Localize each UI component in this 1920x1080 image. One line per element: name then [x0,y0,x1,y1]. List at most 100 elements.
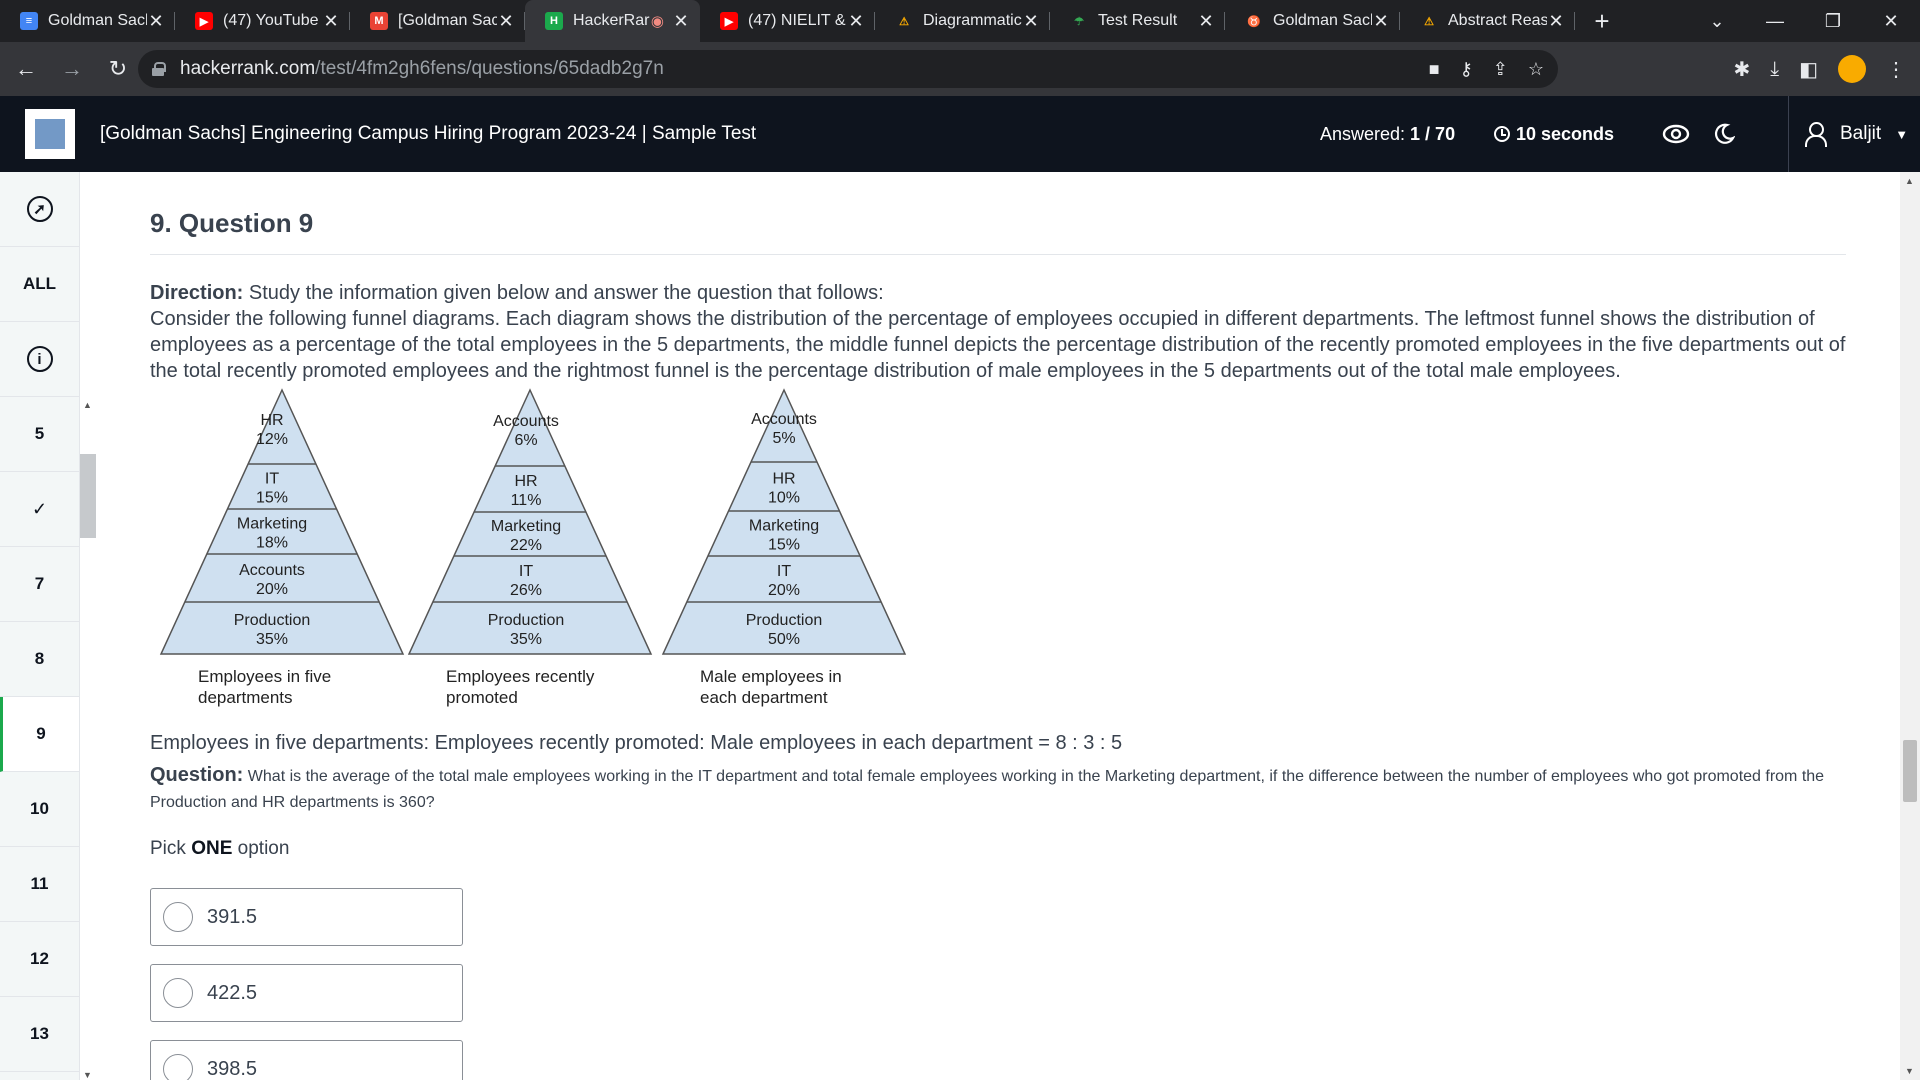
funnel-caption: Employees recently [446,667,595,686]
close-tab-icon[interactable]: ✕ [1022,11,1040,32]
question-direction: Direction: Study the information given b… [150,280,1900,384]
dark-mode-moon-icon[interactable] [1713,96,1735,172]
rail-item-question-5[interactable]: 5 [0,397,79,472]
address-bar: ← → ↻ hackerrank.com/test/4fm2gh6fens/qu… [0,42,1920,96]
url-domain: hackerrank.com [180,58,316,79]
funnel-caption: Male employees in [700,667,842,686]
user-menu[interactable]: Baljit ▼ [1804,96,1908,172]
question-panel: 9. Question 9 Direction: Study the infor… [96,172,1900,1080]
restore-icon[interactable]: ❐ [1804,11,1862,32]
close-tab-icon[interactable]: ✕ [147,11,165,32]
compass-icon: ➚ [26,196,53,222]
forward-icon[interactable]: → [52,56,92,82]
funnel-level-name: Marketing [491,518,561,535]
browser-tab[interactable]: ☂ Test Result ✕ [1050,0,1225,42]
radio-button[interactable] [163,902,193,932]
option-2[interactable]: 422.5 [150,964,463,1022]
rail-item-question-12[interactable]: 12 [0,922,79,997]
close-tab-icon[interactable]: ✕ [1372,11,1390,32]
compass-nav-button[interactable]: ➚ [0,172,79,247]
tab-search-icon[interactable]: ⌄ [1688,11,1746,32]
option-label: 422.5 [207,981,258,1004]
tab-title: Abstract Reas [1448,12,1547,29]
funnel-level-pct: 26% [510,582,542,599]
scroll-up-icon[interactable]: ▲ [83,400,92,410]
browser-tab[interactable]: ⚠ Abstract Reas ✕ [1400,0,1575,42]
navigator-scroll-thumb[interactable] [80,454,96,538]
reload-icon[interactable]: ↻ [98,56,138,82]
new-tab-icon[interactable]: + [1587,6,1617,37]
rail-item-question-8[interactable]: 8 [0,622,79,697]
url-input[interactable]: hackerrank.com/test/4fm2gh6fens/question… [138,50,1558,88]
all-label: ALL [22,274,57,293]
rail-item-question-7[interactable]: 7 [0,547,79,622]
scroll-up-icon[interactable]: ▲ [1905,176,1914,186]
test-title: [Goldman Sachs] Engineering Campus Hirin… [100,123,757,144]
recording-icon: ◉ [650,13,664,30]
tab-title: HackerRar [573,12,650,29]
close-tab-icon[interactable]: ✕ [672,11,690,32]
close-window-icon[interactable]: ✕ [1862,11,1920,32]
browser-tab[interactable]: ≡ Goldman Sach ✕ [0,0,175,42]
bull-icon: ♉ [1247,15,1261,28]
radio-button[interactable] [163,978,193,1008]
rail-item-question-11[interactable]: 11 [0,847,79,922]
camera-icon[interactable]: ■ [1429,59,1440,80]
eye-icon[interactable] [1662,96,1690,172]
rail-item-question-13[interactable]: 13 [0,997,79,1072]
close-tab-icon[interactable]: ✕ [847,11,865,32]
page-scrollbar[interactable]: ▲ ▼ [1900,172,1920,1080]
browser-tab[interactable]: M [Goldman Sac ✕ [350,0,525,42]
all-questions-button[interactable]: ALL [0,247,79,322]
funnel-level-name: Production [746,612,823,629]
rail-item-question-10[interactable]: 10 [0,772,79,847]
rail-item-question-9[interactable]: 9 [0,697,79,772]
browser-tab[interactable]: ♉ Goldman Sacl ✕ [1225,0,1400,42]
caret-down-icon[interactable]: ▼ [1895,127,1908,142]
back-icon[interactable]: ← [6,56,46,82]
info-button[interactable]: i [0,322,79,397]
funnel-level-name: Production [234,612,311,629]
lock-icon[interactable] [152,62,166,76]
key-icon[interactable]: ⚷ [1460,59,1473,80]
scroll-down-icon[interactable]: ▼ [83,1070,92,1080]
funnel-caption: departments [198,688,293,707]
direction-label: Direction: [150,282,244,304]
option-label: 391.5 [207,905,258,928]
browser-tab[interactable]: ▶ (47) NIELIT & ✕ [700,0,875,42]
close-tab-icon[interactable]: ✕ [322,11,340,32]
profile-avatar[interactable] [1838,55,1866,83]
funnel-diagrams-figure: HR 12% IT 15% Marketing 18% Accounts 20% Product… [150,384,935,726]
browser-tab[interactable]: ▶ (47) YouTube ✕ [175,0,350,42]
close-tab-icon[interactable]: ✕ [1547,11,1565,32]
rail-item-answered[interactable]: ✓ [0,472,79,547]
extensions-icon[interactable]: ✱ [1733,57,1750,82]
question-number: 9 [36,724,46,743]
question-title: 9. Question 9 [150,208,314,238]
navigator-scrollbar[interactable]: ▲ ▼ [80,400,96,1080]
question-number: 10 [30,799,49,818]
funnel-1: HR 12% IT 15% Marketing 18% Accounts 20% Product… [159,388,405,707]
tab-title: Goldman Sacl [1273,12,1372,29]
funnel-level-pct: 35% [510,631,542,648]
radio-button[interactable] [163,1054,193,1080]
share-icon[interactable]: ⇪ [1493,59,1508,80]
close-tab-icon[interactable]: ✕ [497,11,515,32]
page-scroll-thumb[interactable] [1903,740,1917,802]
scroll-down-icon[interactable]: ▼ [1905,1066,1914,1076]
option-3[interactable]: 398.5 [150,1040,463,1080]
side-panel-icon[interactable]: ◧ [1799,57,1818,82]
header-divider [1788,96,1789,172]
minimize-icon[interactable]: — [1746,11,1804,32]
funnel-level-name: Accounts [751,411,817,428]
bookmark-star-icon[interactable]: ☆ [1528,59,1544,80]
option-1[interactable]: 391.5 [150,888,463,946]
browser-tab[interactable]: ⚠ Diagrammatic ✕ [875,0,1050,42]
browser-tab[interactable]: H HackerRar ◉ ✕ [525,0,700,42]
close-tab-icon[interactable]: ✕ [1197,11,1215,32]
download-icon[interactable]: ⤓ [1770,58,1779,81]
menu-kebab-icon[interactable]: ⋮ [1886,57,1906,82]
funnel-level-name: Marketing [749,518,819,535]
tab-title: [Goldman Sac [398,12,497,29]
tab-title: Diagrammatic [923,12,1022,29]
